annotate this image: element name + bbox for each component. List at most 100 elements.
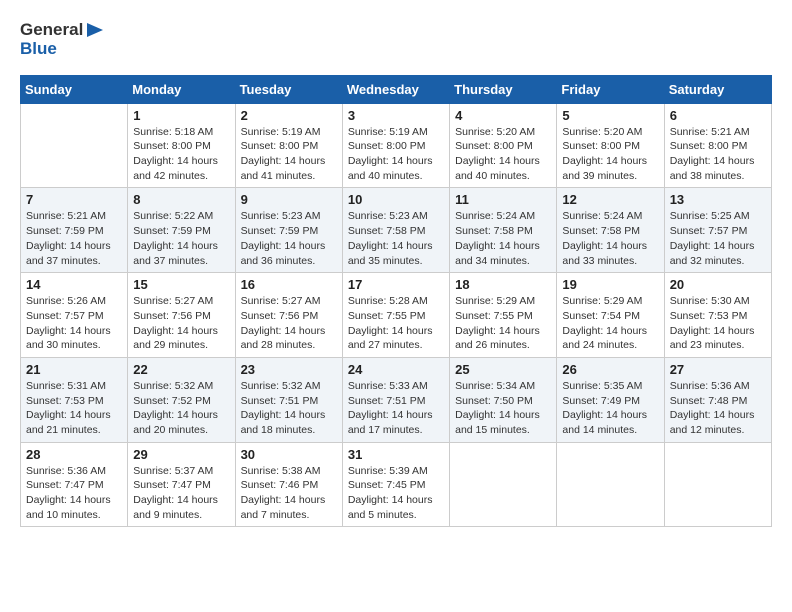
calendar-cell: 31Sunrise: 5:39 AM Sunset: 7:45 PM Dayli… bbox=[342, 442, 449, 527]
day-number: 17 bbox=[348, 277, 444, 292]
day-number: 11 bbox=[455, 192, 551, 207]
day-number: 26 bbox=[562, 362, 658, 377]
calendar-cell: 7 Sunrise: 5:21 AM Sunset: 7:59 PM Daylig… bbox=[21, 188, 128, 273]
calendar-cell: 6 Sunrise: 5:21 AM Sunset: 8:00 PM Daylig… bbox=[664, 103, 771, 188]
week-row-5: 28 Sunrise: 5:36 AM Sunset: 7:47 PM Dayli… bbox=[21, 442, 772, 527]
calendar-cell: 1 Sunrise: 5:18 AM Sunset: 8:00 PM Daylig… bbox=[128, 103, 235, 188]
calendar-cell bbox=[450, 442, 557, 527]
day-number: 16 bbox=[241, 277, 337, 292]
day-info: Sunrise: 5:32 AM Sunset: 7:51 PM Dayligh… bbox=[241, 379, 337, 438]
day-number: 6 bbox=[670, 108, 766, 123]
day-number: 8 bbox=[133, 192, 229, 207]
day-number: 3 bbox=[348, 108, 444, 123]
day-number: 31 bbox=[348, 447, 444, 462]
calendar-cell bbox=[664, 442, 771, 527]
day-info: Sunrise: 5:19 AM Sunset: 8:00 PM Dayligh… bbox=[241, 125, 337, 184]
calendar-cell: 20Sunrise: 5:30 AM Sunset: 7:53 PM Dayli… bbox=[664, 273, 771, 358]
day-number: 7 bbox=[26, 192, 122, 207]
calendar-cell: 17 Sunrise: 5:28 AM Sunset: 7:55 PM Dayli… bbox=[342, 273, 449, 358]
calendar-cell: 9Sunrise: 5:23 AM Sunset: 7:59 PM Daylig… bbox=[235, 188, 342, 273]
calendar-table: SundayMondayTuesdayWednesdayThursdayFrid… bbox=[20, 75, 772, 528]
day-number: 30 bbox=[241, 447, 337, 462]
day-info: Sunrise: 5:37 AM Sunset: 7:47 PM Dayligh… bbox=[133, 464, 229, 523]
calendar-cell: 23 Sunrise: 5:32 AM Sunset: 7:51 PM Dayli… bbox=[235, 357, 342, 442]
day-info: Sunrise: 5:27 AM Sunset: 7:56 PM Dayligh… bbox=[133, 294, 229, 353]
day-number: 20 bbox=[670, 277, 766, 292]
header-monday: Monday bbox=[128, 75, 235, 103]
day-info: Sunrise: 5:29 AM Sunset: 7:55 PM Dayligh… bbox=[455, 294, 551, 353]
header-friday: Friday bbox=[557, 75, 664, 103]
calendar-cell: 16 Sunrise: 5:27 AM Sunset: 7:56 PM Dayli… bbox=[235, 273, 342, 358]
day-info: Sunrise: 5:29 AM Sunset: 7:54 PM Dayligh… bbox=[562, 294, 658, 353]
day-info: Sunrise: 5:20 AM Sunset: 8:00 PM Dayligh… bbox=[455, 125, 551, 184]
calendar-cell: 28 Sunrise: 5:36 AM Sunset: 7:47 PM Dayli… bbox=[21, 442, 128, 527]
day-info: Sunrise: 5:36 AM Sunset: 7:48 PM Dayligh… bbox=[670, 379, 766, 438]
logo-arrow-icon bbox=[85, 20, 105, 40]
calendar-cell: 3Sunrise: 5:19 AM Sunset: 8:00 PM Daylig… bbox=[342, 103, 449, 188]
day-info: Sunrise: 5:22 AM Sunset: 7:59 PM Dayligh… bbox=[133, 209, 229, 268]
calendar-cell: 22 Sunrise: 5:32 AM Sunset: 7:52 PM Dayli… bbox=[128, 357, 235, 442]
logo-blue-text: Blue bbox=[20, 40, 57, 59]
day-info: Sunrise: 5:18 AM Sunset: 8:00 PM Dayligh… bbox=[133, 125, 229, 184]
calendar-cell: 12Sunrise: 5:24 AM Sunset: 7:58 PM Dayli… bbox=[557, 188, 664, 273]
calendar-cell: 18 Sunrise: 5:29 AM Sunset: 7:55 PM Dayli… bbox=[450, 273, 557, 358]
day-number: 1 bbox=[133, 108, 229, 123]
day-info: Sunrise: 5:24 AM Sunset: 7:58 PM Dayligh… bbox=[455, 209, 551, 268]
calendar-cell: 30 Sunrise: 5:38 AM Sunset: 7:46 PM Dayli… bbox=[235, 442, 342, 527]
day-number: 13 bbox=[670, 192, 766, 207]
day-info: Sunrise: 5:38 AM Sunset: 7:46 PM Dayligh… bbox=[241, 464, 337, 523]
week-row-2: 7 Sunrise: 5:21 AM Sunset: 7:59 PM Daylig… bbox=[21, 188, 772, 273]
day-number: 23 bbox=[241, 362, 337, 377]
day-info: Sunrise: 5:28 AM Sunset: 7:55 PM Dayligh… bbox=[348, 294, 444, 353]
day-info: Sunrise: 5:33 AM Sunset: 7:51 PM Dayligh… bbox=[348, 379, 444, 438]
header-wednesday: Wednesday bbox=[342, 75, 449, 103]
calendar-header-row: SundayMondayTuesdayWednesdayThursdayFrid… bbox=[21, 75, 772, 103]
day-info: Sunrise: 5:27 AM Sunset: 7:56 PM Dayligh… bbox=[241, 294, 337, 353]
day-info: Sunrise: 5:20 AM Sunset: 8:00 PM Dayligh… bbox=[562, 125, 658, 184]
calendar-cell: 19 Sunrise: 5:29 AM Sunset: 7:54 PM Dayli… bbox=[557, 273, 664, 358]
day-info: Sunrise: 5:36 AM Sunset: 7:47 PM Dayligh… bbox=[26, 464, 122, 523]
calendar-cell: 29 Sunrise: 5:37 AM Sunset: 7:47 PM Dayli… bbox=[128, 442, 235, 527]
day-info: Sunrise: 5:32 AM Sunset: 7:52 PM Dayligh… bbox=[133, 379, 229, 438]
day-number: 15 bbox=[133, 277, 229, 292]
day-info: Sunrise: 5:21 AM Sunset: 8:00 PM Dayligh… bbox=[670, 125, 766, 184]
calendar-cell: 24 Sunrise: 5:33 AM Sunset: 7:51 PM Dayli… bbox=[342, 357, 449, 442]
day-info: Sunrise: 5:34 AM Sunset: 7:50 PM Dayligh… bbox=[455, 379, 551, 438]
calendar-cell: 14Sunrise: 5:26 AM Sunset: 7:57 PM Dayli… bbox=[21, 273, 128, 358]
day-number: 22 bbox=[133, 362, 229, 377]
calendar-cell: 2 Sunrise: 5:19 AM Sunset: 8:00 PM Daylig… bbox=[235, 103, 342, 188]
logo-general-text: General bbox=[20, 21, 83, 40]
week-row-4: 21Sunrise: 5:31 AM Sunset: 7:53 PM Dayli… bbox=[21, 357, 772, 442]
day-number: 24 bbox=[348, 362, 444, 377]
day-number: 29 bbox=[133, 447, 229, 462]
day-number: 4 bbox=[455, 108, 551, 123]
day-number: 27 bbox=[670, 362, 766, 377]
calendar-cell: 21Sunrise: 5:31 AM Sunset: 7:53 PM Dayli… bbox=[21, 357, 128, 442]
header-saturday: Saturday bbox=[664, 75, 771, 103]
calendar-cell: 25Sunrise: 5:34 AM Sunset: 7:50 PM Dayli… bbox=[450, 357, 557, 442]
calendar-cell: 13Sunrise: 5:25 AM Sunset: 7:57 PM Dayli… bbox=[664, 188, 771, 273]
day-number: 28 bbox=[26, 447, 122, 462]
day-number: 12 bbox=[562, 192, 658, 207]
day-info: Sunrise: 5:23 AM Sunset: 7:58 PM Dayligh… bbox=[348, 209, 444, 268]
calendar-cell bbox=[557, 442, 664, 527]
page-header: General Blue bbox=[20, 20, 772, 59]
day-number: 18 bbox=[455, 277, 551, 292]
week-row-3: 14Sunrise: 5:26 AM Sunset: 7:57 PM Dayli… bbox=[21, 273, 772, 358]
day-number: 19 bbox=[562, 277, 658, 292]
calendar-cell: 5Sunrise: 5:20 AM Sunset: 8:00 PM Daylig… bbox=[557, 103, 664, 188]
day-info: Sunrise: 5:26 AM Sunset: 7:57 PM Dayligh… bbox=[26, 294, 122, 353]
calendar-cell: 11 Sunrise: 5:24 AM Sunset: 7:58 PM Dayli… bbox=[450, 188, 557, 273]
calendar-cell: 15 Sunrise: 5:27 AM Sunset: 7:56 PM Dayli… bbox=[128, 273, 235, 358]
day-number: 2 bbox=[241, 108, 337, 123]
header-thursday: Thursday bbox=[450, 75, 557, 103]
calendar-cell: 26 Sunrise: 5:35 AM Sunset: 7:49 PM Dayli… bbox=[557, 357, 664, 442]
day-info: Sunrise: 5:21 AM Sunset: 7:59 PM Dayligh… bbox=[26, 209, 122, 268]
day-info: Sunrise: 5:23 AM Sunset: 7:59 PM Dayligh… bbox=[241, 209, 337, 268]
calendar-cell: 10Sunrise: 5:23 AM Sunset: 7:58 PM Dayli… bbox=[342, 188, 449, 273]
calendar-cell: 8 Sunrise: 5:22 AM Sunset: 7:59 PM Daylig… bbox=[128, 188, 235, 273]
logo: General Blue bbox=[20, 20, 105, 59]
day-number: 21 bbox=[26, 362, 122, 377]
week-row-1: 1 Sunrise: 5:18 AM Sunset: 8:00 PM Daylig… bbox=[21, 103, 772, 188]
day-info: Sunrise: 5:35 AM Sunset: 7:49 PM Dayligh… bbox=[562, 379, 658, 438]
